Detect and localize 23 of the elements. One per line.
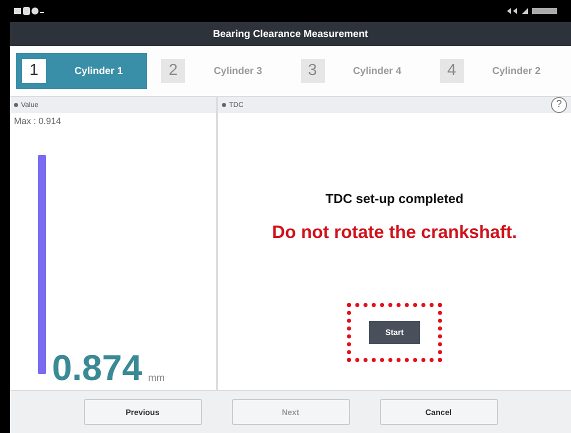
- status-message: TDC set-up completed: [326, 191, 464, 206]
- max-value: Max : 0.914: [13, 115, 62, 128]
- notification-icons: [14, 7, 44, 15]
- step-label: Cylinder 4: [352, 66, 402, 76]
- system-status-icons: [507, 7, 557, 15]
- start-button[interactable]: Start: [369, 321, 420, 344]
- step-label: Cylinder 3: [212, 66, 264, 76]
- bullet-icon: [14, 103, 18, 107]
- unit-label: mm: [148, 373, 165, 384]
- footer-button[interactable]: Previous: [84, 399, 202, 425]
- step-label: Cylinder 1: [73, 66, 124, 76]
- step-number: 4: [440, 59, 464, 83]
- step-number: 1: [22, 59, 46, 83]
- step-number: 2: [161, 59, 186, 83]
- step-number: 3: [300, 59, 324, 83]
- measured-value: 0.874: [52, 350, 142, 386]
- window-title: Bearing Clearance Measurement: [212, 28, 368, 40]
- step-tab[interactable]: 1 Cylinder 1: [16, 53, 148, 89]
- bullet-icon: [222, 103, 226, 107]
- footer-button[interactable]: Cancel: [380, 399, 498, 425]
- warning-message: Do not rotate the crankshaft.: [272, 222, 518, 243]
- step-label: Cylinder 2: [491, 66, 542, 76]
- help-button[interactable]: ?: [551, 97, 567, 113]
